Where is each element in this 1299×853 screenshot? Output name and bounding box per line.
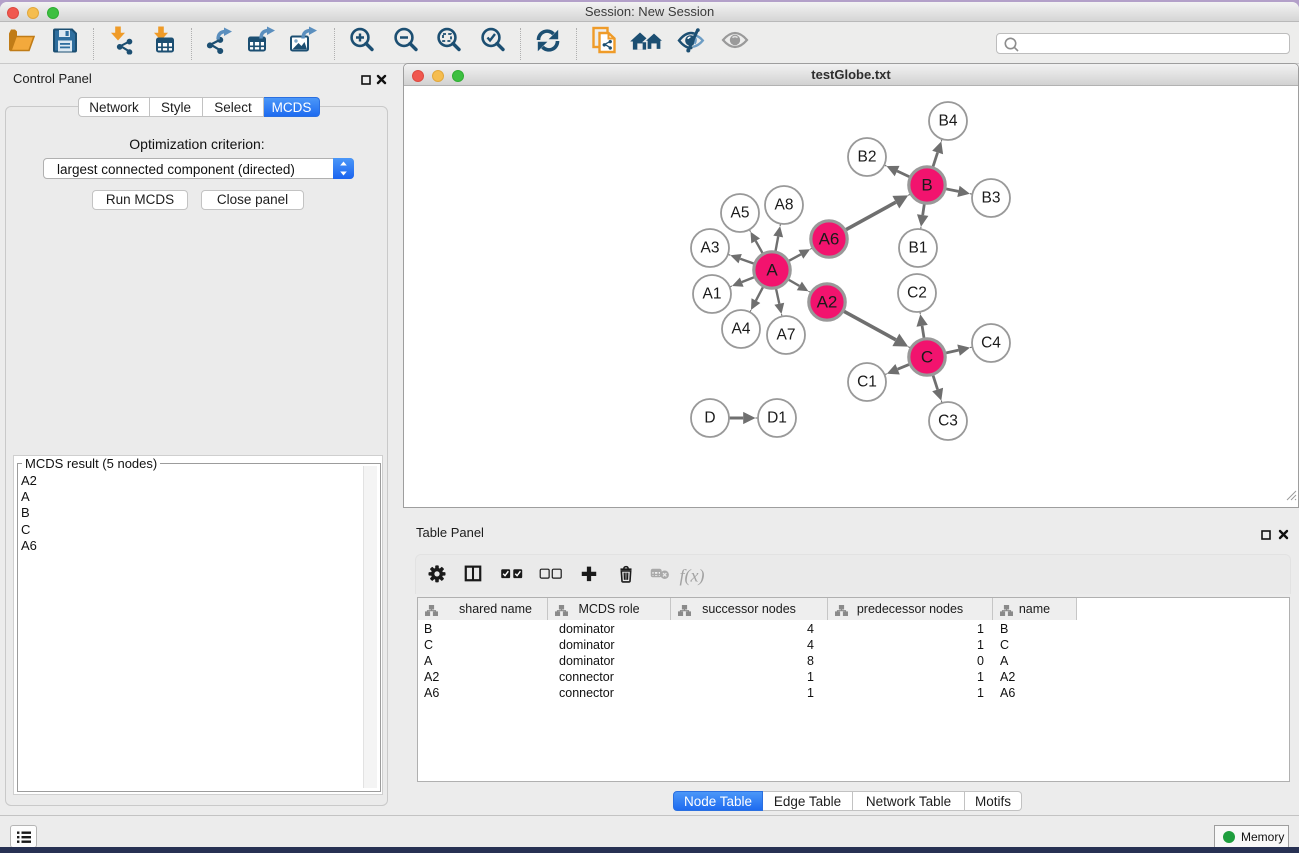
svg-text:A3: A3 <box>701 240 720 257</box>
svg-text:A4: A4 <box>732 321 751 338</box>
svg-text:A1: A1 <box>703 286 722 303</box>
svg-text:D: D <box>704 410 715 427</box>
svg-text:B: B <box>921 176 932 195</box>
svg-text:C2: C2 <box>907 285 927 302</box>
svg-text:B4: B4 <box>939 113 958 130</box>
svg-text:A8: A8 <box>775 197 794 214</box>
svg-text:B1: B1 <box>909 240 928 257</box>
svg-text:A5: A5 <box>731 205 750 222</box>
svg-text:A6: A6 <box>819 230 840 249</box>
svg-text:A7: A7 <box>777 327 796 344</box>
svg-text:C3: C3 <box>938 413 958 430</box>
svg-text:A2: A2 <box>817 293 838 312</box>
svg-text:B3: B3 <box>982 190 1001 207</box>
svg-text:C1: C1 <box>857 374 877 391</box>
svg-text:C4: C4 <box>981 335 1001 352</box>
svg-text:A: A <box>766 261 778 280</box>
svg-text:C: C <box>921 348 933 367</box>
svg-text:B2: B2 <box>858 149 877 166</box>
svg-text:D1: D1 <box>767 410 787 427</box>
